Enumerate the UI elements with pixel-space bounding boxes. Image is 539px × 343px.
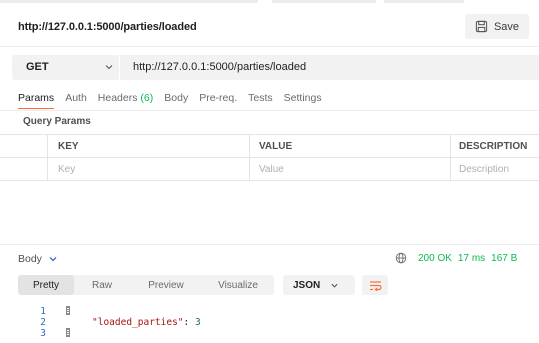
chevron-down-icon [49, 257, 57, 262]
query-params-heading: Query Params [23, 116, 91, 127]
response-status: 200 OK 17 ms 167 B [418, 253, 517, 264]
tab-preview[interactable]: Preview [134, 275, 198, 295]
key-input[interactable]: Key [58, 158, 244, 180]
tab-settings[interactable]: Settings [284, 92, 322, 110]
response-body-label: Body [18, 253, 42, 265]
request-title[interactable]: http://127.0.0.1:5000/parties/loaded [18, 21, 197, 33]
json-value: 3 [194, 317, 201, 328]
code-line: "loaded_parties": 3 [92, 317, 201, 328]
save-icon [475, 20, 488, 33]
save-button[interactable]: Save [465, 14, 529, 39]
tab-headers[interactable]: Headers (6) [98, 92, 153, 110]
divider [0, 244, 539, 245]
top-edge [0, 0, 539, 5]
format-label: JSON [293, 279, 321, 291]
tab-tests[interactable]: Tests [248, 92, 273, 110]
column-description: DESCRIPTION [459, 140, 528, 152]
fold-marker[interactable] [66, 306, 70, 315]
status-code[interactable]: 200 OK [418, 253, 452, 264]
chevron-down-icon[interactable] [104, 62, 114, 72]
json-colon: : [183, 317, 195, 328]
table-row: Key Value Description [0, 157, 539, 181]
save-label: Save [493, 20, 520, 33]
line-number: 1 [40, 306, 46, 317]
tab-body[interactable]: Body [164, 92, 188, 110]
tab-auth[interactable]: Auth [65, 92, 87, 110]
table-header-row: KEY VALUE DESCRIPTION [0, 134, 539, 157]
json-key: "loaded_parties" [92, 317, 184, 328]
tab-pre-request[interactable]: Pre-req. [199, 92, 237, 110]
column-key: KEY [58, 140, 79, 152]
method-select[interactable]: GET [26, 61, 49, 73]
format-select[interactable]: JSON [283, 275, 355, 295]
request-tabs: Params Auth Headers (6) Body Pre-req. Te… [18, 92, 322, 110]
divider [119, 55, 120, 80]
headers-count: (6) [140, 92, 154, 104]
divider [0, 46, 539, 47]
line-number: 2 [40, 317, 46, 328]
line-number: 3 [40, 328, 46, 339]
url-input[interactable]: http://127.0.0.1:5000/parties/loaded [133, 61, 306, 73]
query-params-table: KEY VALUE DESCRIPTION Key Value Descript… [0, 134, 539, 181]
divider [0, 110, 539, 111]
value-input[interactable]: Value [259, 158, 445, 180]
tab-raw[interactable]: Raw [80, 275, 124, 295]
response-body-toggle[interactable]: Body [18, 253, 58, 265]
tab-params[interactable]: Params [18, 92, 55, 110]
chevron-down-icon [331, 283, 338, 288]
response-time[interactable]: 17 ms [458, 253, 485, 264]
wrap-lines-button[interactable] [362, 275, 388, 295]
column-value: VALUE [259, 140, 293, 152]
fold-marker[interactable] [66, 328, 70, 337]
tab-visualize[interactable]: Visualize [206, 275, 270, 295]
description-input[interactable]: Description [459, 158, 537, 180]
response-size[interactable]: 167 B [491, 253, 517, 264]
globe-icon[interactable] [395, 252, 407, 264]
tab-pretty[interactable]: Pretty [18, 275, 74, 295]
wrap-lines-icon [369, 280, 382, 291]
